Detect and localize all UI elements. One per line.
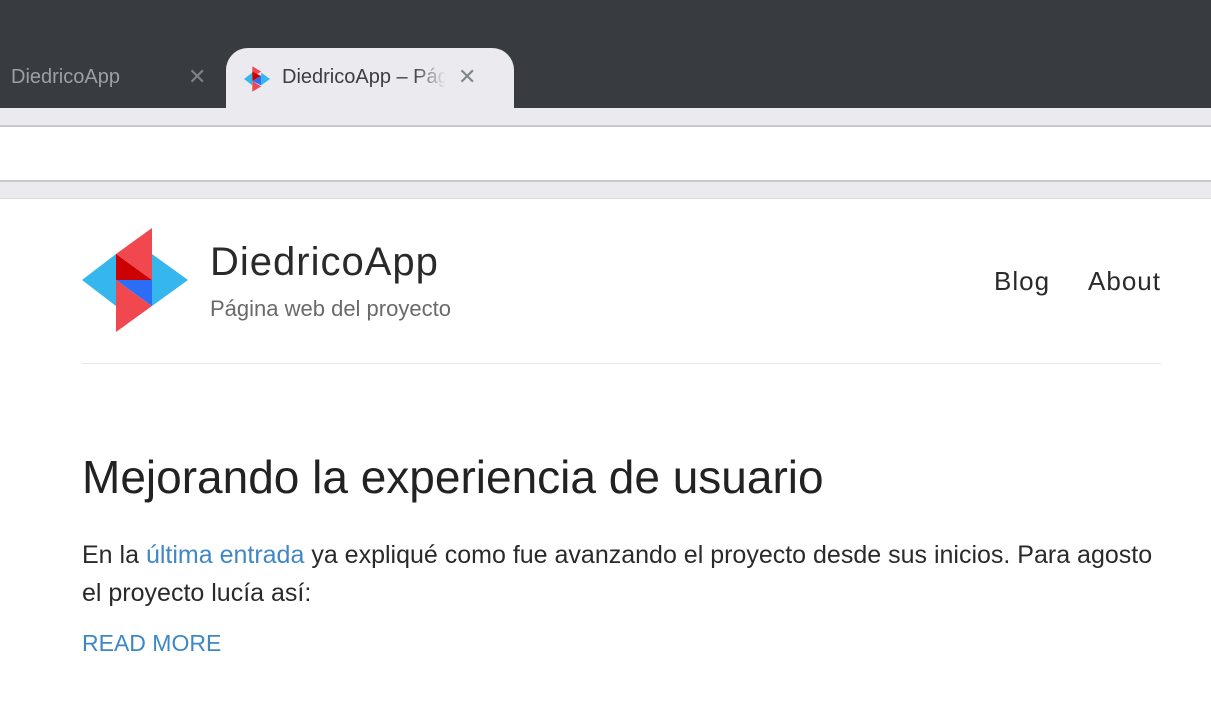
tab-inactive[interactable]: DiedricoApp ✕ xyxy=(0,48,220,108)
excerpt-text: En la xyxy=(82,541,146,569)
main-nav: Blog About xyxy=(994,266,1161,297)
diedrico-favicon-icon xyxy=(244,66,270,92)
close-icon[interactable]: ✕ xyxy=(188,64,206,90)
browser-tab-strip: DiedricoApp ✕ DiedricoApp – Página web d… xyxy=(0,0,1211,108)
tab-title: DiedricoApp – Página web del proyecto xyxy=(282,66,446,88)
site-header: DiedricoApp Página web del proyecto Blog… xyxy=(82,228,1161,364)
address-area[interactable] xyxy=(0,127,1211,180)
post-title[interactable]: Mejorando la experiencia de usuario xyxy=(82,450,1172,504)
nav-blog-link[interactable]: Blog xyxy=(994,266,1050,297)
bookmarks-bar xyxy=(0,180,1211,199)
ultima-entrada-link[interactable]: última entrada xyxy=(146,541,304,569)
browser-toolbar xyxy=(0,108,1211,127)
site-title[interactable]: DiedricoApp xyxy=(210,240,439,285)
post-preview: Mejorando la experiencia de usuario En l… xyxy=(82,450,1172,657)
read-more-link[interactable]: READ MORE xyxy=(82,630,221,657)
tab-active[interactable]: DiedricoApp – Página web del proyecto ✕ xyxy=(226,48,514,108)
nav-about-link[interactable]: About xyxy=(1088,266,1161,297)
post-excerpt: En la última entrada ya expliqué como fu… xyxy=(82,536,1172,612)
tab-title: DiedricoApp xyxy=(11,66,120,88)
close-icon[interactable]: ✕ xyxy=(458,64,476,90)
diedrico-logo-icon[interactable] xyxy=(82,228,188,332)
site-tagline: Página web del proyecto xyxy=(210,296,451,321)
